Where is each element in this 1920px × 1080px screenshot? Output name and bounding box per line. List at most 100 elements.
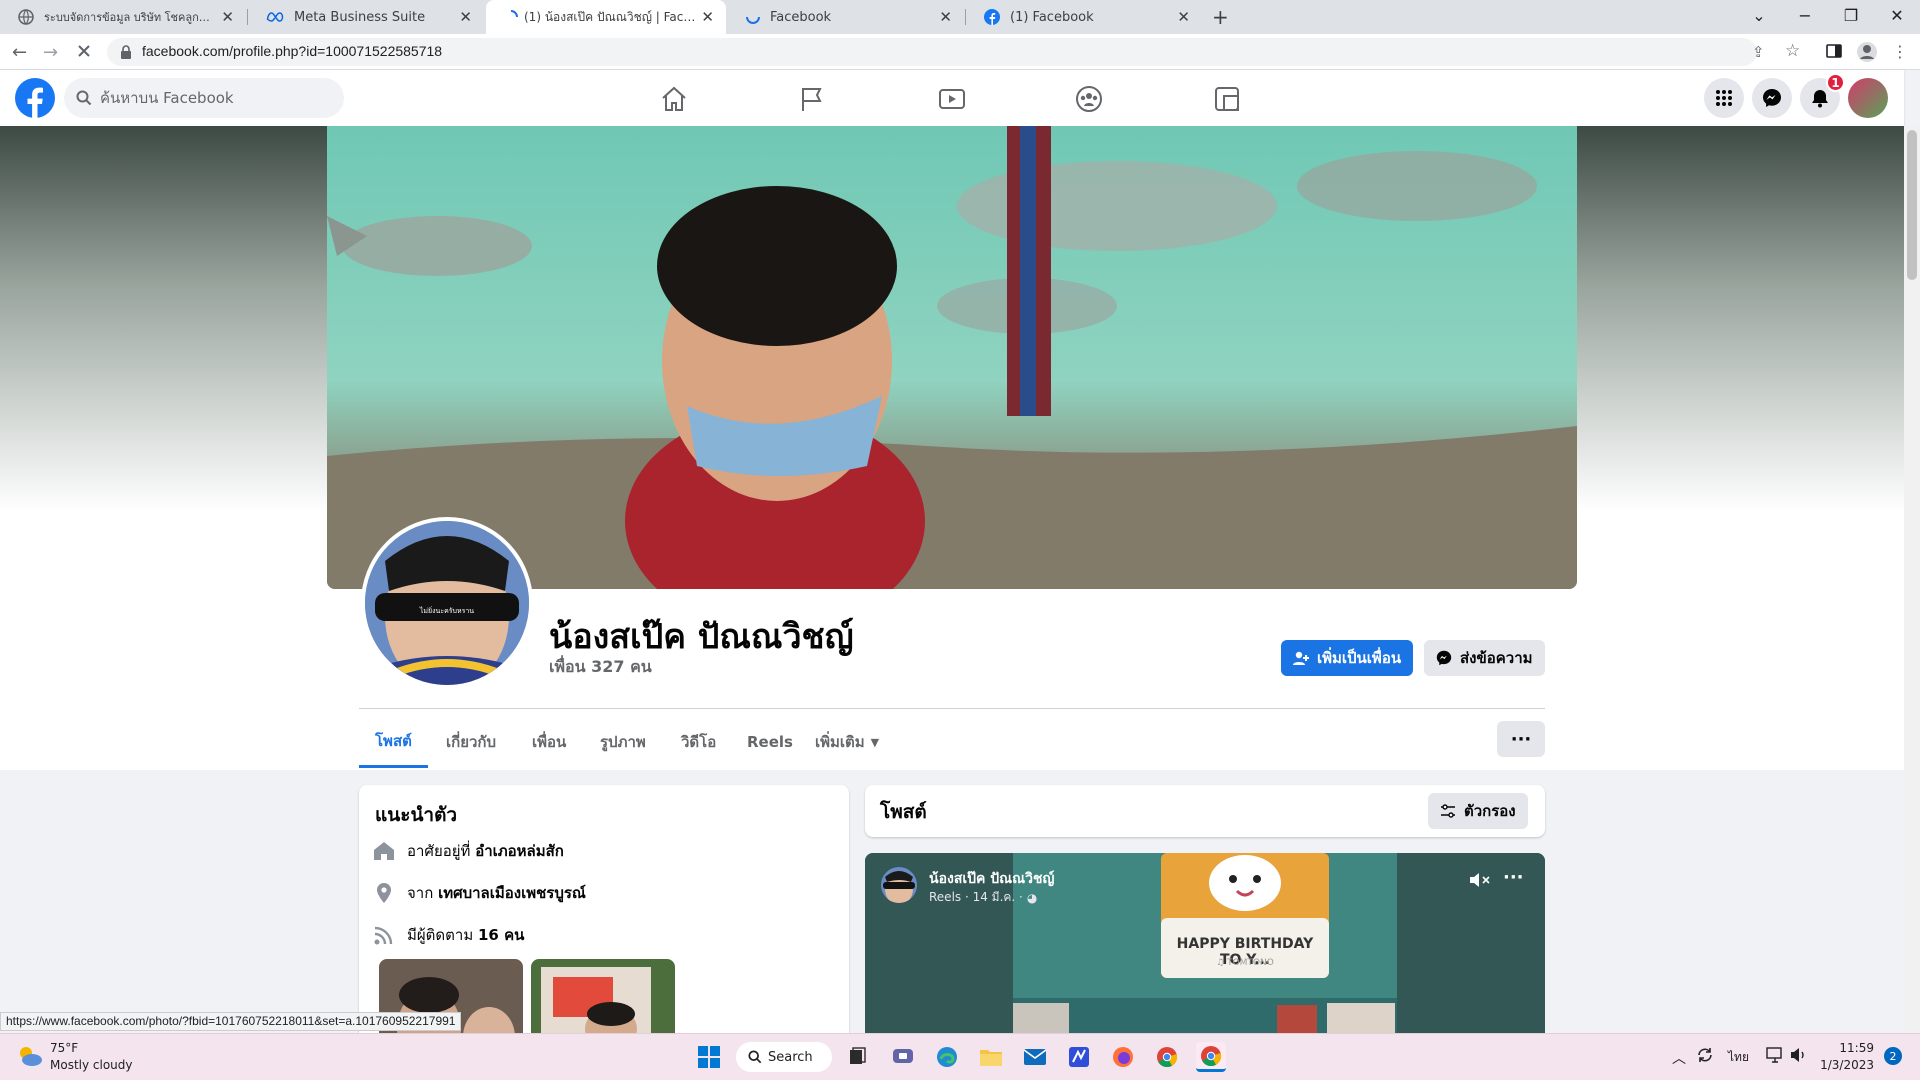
tab-title: ระบบจัดการข้อมูล บริษัท โชคลูกโชค จ (44, 11, 216, 24)
side-panel-icon[interactable] (1826, 43, 1842, 59)
intro-photo[interactable] (531, 959, 675, 1039)
reel-author-name[interactable]: น้องสเป๊ค ปัณณวิชญ์ (929, 868, 1054, 890)
task-view-icon[interactable] (842, 1042, 872, 1072)
clock-date[interactable]: 1/3/2023 (1816, 1058, 1874, 1072)
share-icon[interactable]: ⇪ (1752, 43, 1765, 61)
add-friend-button[interactable]: เพิ่มเป็นเพื่อน (1281, 640, 1414, 676)
firefox-icon[interactable] (1108, 1042, 1138, 1072)
tab-friends[interactable]: เพื่อน (516, 716, 582, 768)
stop-loading-icon[interactable] (76, 43, 92, 59)
scrollbar-thumb[interactable] (1907, 130, 1917, 280)
intro-from-value[interactable]: เทศบาลเมืองเพชรบูรณ์ (438, 884, 586, 902)
groups-icon[interactable] (1075, 85, 1103, 113)
profile-icon[interactable] (1856, 41, 1878, 63)
chrome-icon-active[interactable] (1196, 1042, 1226, 1072)
status-url-tooltip: https://www.facebook.com/photo/?fbid=101… (0, 1012, 462, 1031)
notification-center-badge[interactable]: 2 (1884, 1047, 1902, 1065)
profile-more-options-button[interactable]: ··· (1497, 721, 1545, 757)
messenger-icon[interactable] (1752, 78, 1792, 118)
sunglasses-text: ไม่ยิ่งนะครับหราน (419, 606, 474, 615)
tab-videos[interactable]: วิดีโอ (665, 716, 732, 768)
search-icon (748, 1050, 762, 1064)
filter-button[interactable]: ตัวกรอง (1428, 793, 1528, 829)
app-icon[interactable] (1064, 1042, 1094, 1072)
loading-spinner-icon (746, 10, 760, 24)
weather-cloud-icon[interactable] (16, 1044, 44, 1068)
reel-more-icon[interactable]: ··· (1503, 867, 1524, 888)
browser-tab-active[interactable]: (1) น้องสเป๊ค ปัณณวิชญ์ | Facebook ✕ (486, 0, 726, 34)
network-monitor-icon[interactable] (1766, 1047, 1784, 1063)
gaming-icon[interactable] (1214, 86, 1240, 112)
edge-browser-icon[interactable] (932, 1042, 962, 1072)
lock-icon[interactable] (120, 45, 132, 59)
minimize-button[interactable]: − (1782, 0, 1828, 30)
close-icon[interactable]: ✕ (459, 8, 472, 26)
tray-chevron-up-icon[interactable]: ︿ (1672, 1048, 1686, 1068)
location-pin-icon (373, 882, 395, 904)
forward-arrow-icon[interactable]: → (43, 42, 58, 63)
send-message-button[interactable]: ส่งข้อความ (1424, 640, 1545, 676)
facebook-logo[interactable] (15, 78, 55, 118)
address-url[interactable]: facebook.com/profile.php?id=100071522585… (142, 43, 442, 59)
meta-icon (266, 11, 284, 23)
volume-speaker-icon[interactable] (1790, 1047, 1808, 1063)
tab-title: Facebook (770, 9, 832, 25)
back-arrow-icon[interactable]: ← (12, 42, 27, 63)
input-language[interactable]: ไทย (1728, 1048, 1749, 1067)
search-placeholder: ค้นหาบน Facebook (100, 89, 234, 107)
pages-flag-icon[interactable] (800, 86, 824, 112)
menu-grid-icon[interactable] (1704, 78, 1744, 118)
public-globe-icon: ◕ (1026, 890, 1038, 905)
reel-card-subtext: ♫ TOMTONO (1216, 958, 1274, 968)
sync-icon[interactable] (1696, 1046, 1714, 1064)
mail-icon[interactable] (1020, 1042, 1050, 1072)
tab-search-chevron-icon[interactable]: ⌄ (1736, 0, 1782, 30)
weather-temperature[interactable]: 75°F (50, 1041, 78, 1055)
windows-start-icon[interactable] (694, 1042, 724, 1072)
facebook-search-input[interactable]: ค้นหาบน Facebook (64, 78, 344, 118)
intro-lives-value[interactable]: อำเภอหล่มสัก (475, 842, 564, 860)
tab-posts[interactable]: โพสต์ (359, 716, 428, 768)
globe-icon (18, 9, 34, 25)
account-avatar[interactable] (1848, 78, 1888, 118)
page-scrollbar[interactable] (1904, 126, 1920, 1033)
posts-title: โพสต์ (880, 801, 927, 823)
intro-followers-value[interactable]: 16 คน (478, 926, 524, 944)
tab-more[interactable]: เพิ่มเติม ▼ (799, 716, 895, 768)
clock-time[interactable]: 11:59 (1826, 1041, 1874, 1055)
taskbar-search[interactable]: Search (736, 1042, 832, 1072)
filter-sliders-icon (1440, 804, 1456, 818)
weather-description[interactable]: Mostly cloudy (50, 1058, 133, 1072)
chrome-icon[interactable] (1152, 1042, 1182, 1072)
notification-badge: 1 (1826, 73, 1845, 92)
tab-about[interactable]: เกี่ยวกับ (430, 716, 512, 768)
intro-title: แนะนำตัว (375, 804, 458, 826)
menu-kebab-icon[interactable]: ⋮ (1892, 42, 1908, 61)
bookmark-star-icon[interactable]: ☆ (1785, 41, 1800, 61)
close-icon[interactable]: ✕ (221, 8, 234, 26)
mute-speaker-icon[interactable] (1469, 871, 1491, 889)
tab-reels[interactable]: Reels (731, 716, 809, 768)
friends-count[interactable]: เพื่อน 327 คน (549, 655, 652, 680)
close-icon[interactable]: ✕ (701, 8, 714, 26)
restore-button[interactable]: ❐ (1828, 0, 1874, 30)
browser-tab[interactable]: ระบบจัดการข้อมูล บริษัท โชคลูกโชค จ ✕ (0, 0, 246, 34)
home-icon (373, 841, 395, 861)
tab-photos[interactable]: รูปภาพ (584, 716, 662, 768)
new-tab-button[interactable]: + (1212, 5, 1229, 29)
browser-tab[interactable]: Meta Business Suite ✕ (248, 0, 484, 34)
watch-video-icon[interactable] (938, 87, 966, 111)
intro-lives-in: อาศัยอยู่ที่ อำเภอหล่มสัก (373, 839, 564, 863)
close-window-button[interactable]: ✕ (1874, 0, 1920, 30)
browser-tab[interactable]: Facebook ✕ (728, 0, 964, 34)
cover-photo[interactable] (327, 126, 1577, 589)
home-icon[interactable] (660, 86, 688, 112)
profile-avatar[interactable]: ไม่ยิ่งนะครับหราน (361, 517, 533, 689)
reel-author-avatar[interactable] (881, 867, 917, 903)
close-icon[interactable]: ✕ (1177, 8, 1190, 26)
close-icon[interactable]: ✕ (939, 8, 952, 26)
facebook-icon (984, 9, 1000, 25)
teams-chat-icon[interactable] (888, 1042, 918, 1072)
browser-tab[interactable]: (1) Facebook ✕ (966, 0, 1202, 34)
file-explorer-icon[interactable] (976, 1042, 1006, 1072)
